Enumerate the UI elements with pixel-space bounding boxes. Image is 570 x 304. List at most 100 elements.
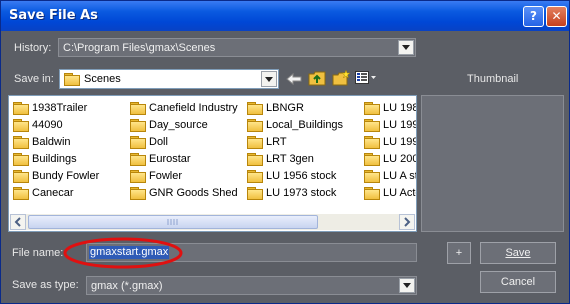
cancel-button[interactable]: Cancel (480, 271, 556, 293)
list-item-label: LU 1992 (383, 118, 416, 131)
folder-icon (364, 186, 380, 200)
help-button[interactable]: ? (523, 6, 544, 27)
save-as-type-dropdown-arrow[interactable] (399, 278, 415, 293)
scroll-left-button[interactable] (10, 214, 26, 230)
list-item-label: Bundy Fowler (32, 169, 100, 182)
window-title: Save File As (9, 8, 98, 23)
view-menu-icon[interactable] (355, 71, 377, 85)
list-item[interactable]: Canefield Industry (130, 99, 238, 116)
save-in-dropdown-arrow[interactable] (261, 71, 277, 87)
list-item[interactable]: Eurostar (130, 150, 238, 167)
list-item[interactable]: Bundy Fowler (13, 167, 99, 184)
list-item-label: LU 2009 (383, 152, 416, 165)
list-item-label: LRT 3gen (266, 152, 314, 165)
list-item-label: Canecar (32, 186, 74, 199)
list-item-label: 1938Trailer (32, 101, 88, 114)
folder-icon (13, 169, 29, 183)
folder-icon (130, 152, 146, 166)
list-item-label: LBNGR (266, 101, 304, 114)
folder-icon (364, 101, 380, 115)
list-item-label: LU A stock (383, 169, 416, 182)
list-item-label: Baldwin (32, 135, 71, 148)
folder-icon (130, 169, 146, 183)
list-item[interactable]: LU 1983 (364, 99, 416, 116)
folder-icon (13, 152, 29, 166)
folder-icon (364, 169, 380, 183)
close-button[interactable]: ✕ (546, 6, 567, 27)
list-item[interactable]: LU A stock (364, 167, 416, 184)
list-item[interactable]: LU Actor (364, 184, 416, 201)
list-item-label: LU Actor (383, 186, 416, 199)
chevron-down-icon (403, 283, 411, 288)
list-item[interactable]: 44090 (13, 116, 99, 133)
list-item[interactable]: LU 1956 stock (247, 167, 343, 184)
list-item-label: Doll (149, 135, 168, 148)
history-dropdown[interactable]: C:\Program Files\gmax\Scenes (58, 38, 416, 57)
list-item[interactable]: Day_source (130, 116, 238, 133)
list-item[interactable]: LRT (247, 133, 343, 150)
list-item[interactable]: LU 2009 (364, 150, 416, 167)
scroll-thumb[interactable] (28, 215, 318, 229)
list-item[interactable]: Local_Buildings (247, 116, 343, 133)
folder-icon (364, 152, 380, 166)
list-item[interactable]: LU 1995 (364, 133, 416, 150)
list-item-label: Eurostar (149, 152, 191, 165)
folder-icon (13, 118, 29, 132)
up-folder-icon[interactable] (308, 70, 326, 86)
folder-icon (247, 152, 263, 166)
history-dropdown-arrow[interactable] (398, 40, 414, 55)
file-column: LU 1983 LU 1992 LU 1995 LU 2009 LU A sto… (364, 99, 416, 201)
new-folder-icon[interactable] (332, 70, 350, 86)
horizontal-scrollbar[interactable] (10, 214, 415, 230)
list-item[interactable]: Fowler (130, 167, 238, 184)
folder-icon (130, 101, 146, 115)
folder-icon (13, 186, 29, 200)
save-in-label: Save in: (14, 73, 54, 85)
list-item-label: Day_source (149, 118, 208, 131)
history-label: History: (14, 42, 52, 54)
file-list[interactable]: 1938Trailer 44090 Baldwin Buildings Bund… (8, 95, 417, 232)
folder-icon (247, 118, 263, 132)
scroll-right-button[interactable] (399, 214, 415, 230)
list-item[interactable]: Buildings (13, 150, 99, 167)
folder-icon (247, 101, 263, 115)
folder-icon (247, 169, 263, 183)
back-arrow-icon[interactable] (286, 72, 302, 86)
list-item-label: Local_Buildings (266, 118, 344, 131)
plus-button[interactable]: + (447, 242, 471, 264)
title-bar[interactable]: Save File As ? ✕ (1, 1, 569, 31)
save-as-type-value: gmax (*.gmax) (91, 280, 163, 292)
folder-icon (130, 118, 146, 132)
list-item[interactable]: Canecar (13, 184, 99, 201)
highlight-circle-annotation (63, 237, 183, 269)
list-item-label: Canefield Industry (149, 101, 238, 114)
history-value: C:\Program Files\gmax\Scenes (63, 42, 216, 54)
list-item[interactable]: LU 1992 (364, 116, 416, 133)
list-item[interactable]: 1938Trailer (13, 99, 99, 116)
file-column: LBNGR Local_Buildings LRT LRT 3gen LU 19… (247, 99, 343, 201)
file-name-label: File name: (12, 247, 64, 259)
thumbnail-label: Thumbnail (467, 73, 519, 85)
list-item[interactable]: Doll (130, 133, 238, 150)
folder-icon (130, 186, 146, 200)
save-in-dropdown[interactable]: Scenes (59, 69, 279, 89)
list-item[interactable]: GNR Goods Shed (130, 184, 238, 201)
chevron-down-icon (402, 45, 410, 50)
list-item[interactable]: LU 1973 stock (247, 184, 343, 201)
folder-icon (247, 186, 263, 200)
folder-icon (130, 135, 146, 149)
file-column: 1938Trailer 44090 Baldwin Buildings Bund… (13, 99, 99, 201)
chevron-left-icon (14, 217, 21, 227)
folder-icon (247, 135, 263, 149)
list-item-label: LRT (266, 135, 287, 148)
list-item[interactable]: LBNGR (247, 99, 343, 116)
save-file-dialog: Save File As ? ✕ History: C:\Program Fil… (0, 0, 570, 304)
save-button[interactable]: Save (480, 242, 556, 264)
list-item-label: LU 1956 stock (266, 169, 337, 182)
save-as-type-label: Save as type: (12, 279, 79, 291)
list-item[interactable]: Baldwin (13, 133, 99, 150)
list-item[interactable]: LRT 3gen (247, 150, 343, 167)
chevron-right-icon (404, 217, 411, 227)
save-as-type-dropdown[interactable]: gmax (*.gmax) (86, 276, 417, 295)
save-in-value: Scenes (84, 73, 121, 85)
